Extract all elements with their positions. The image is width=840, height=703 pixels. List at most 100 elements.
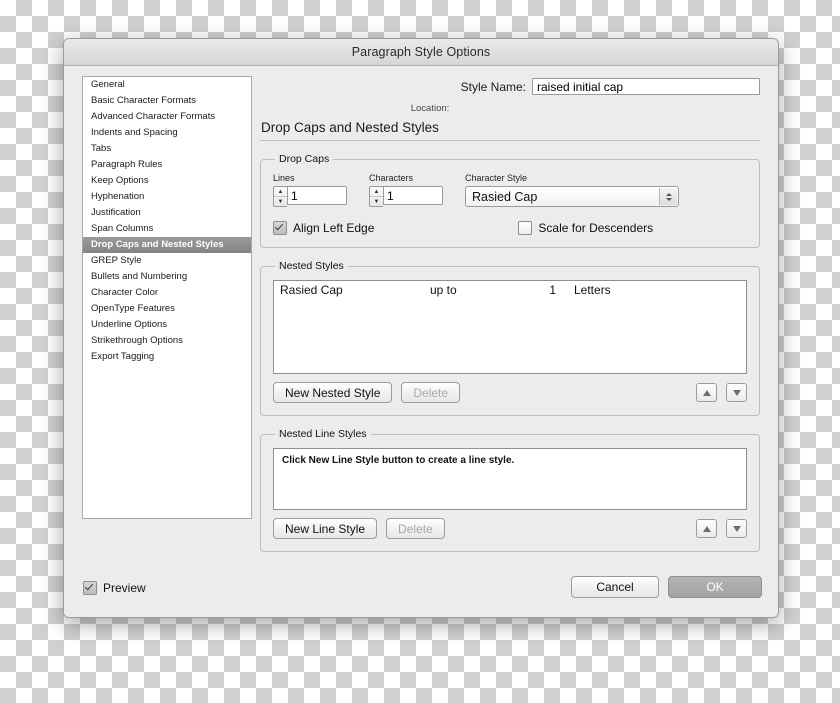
sidebar-item-character-color[interactable]: Character Color — [83, 285, 251, 301]
characters-input[interactable] — [383, 186, 443, 205]
triangle-up-icon — [702, 525, 711, 532]
sidebar-item-general[interactable]: General — [83, 77, 251, 93]
triangle-down-icon — [732, 525, 741, 532]
style-name-label: Style Name: — [460, 79, 526, 94]
sidebar-item-label: Basic Character Formats — [91, 95, 197, 106]
sidebar-item-label: GREP Style — [91, 255, 142, 266]
stepper-up-icon[interactable]: ▲ — [274, 187, 287, 197]
style-name-input[interactable] — [532, 78, 760, 95]
location-label: Location: — [410, 103, 450, 114]
dialog-body: General Basic Character Formats Advanced… — [64, 66, 778, 617]
sidebar-item-paragraph-rules[interactable]: Paragraph Rules — [83, 157, 251, 173]
sidebar-item-export-tagging[interactable]: Export Tagging — [83, 349, 251, 365]
category-list[interactable]: General Basic Character Formats Advanced… — [82, 76, 252, 519]
scale-for-descenders-checkbox[interactable] — [518, 221, 533, 235]
sidebar-item-indents-and-spacing[interactable]: Indents and Spacing — [83, 125, 251, 141]
sidebar-item-label: Underline Options — [91, 319, 168, 330]
sidebar-item-label: Justification — [91, 207, 141, 218]
title-divider — [260, 140, 760, 141]
sidebar-item-hyphenation[interactable]: Hyphenation — [83, 189, 251, 205]
preview-row[interactable]: Preview — [83, 581, 146, 595]
character-style-select[interactable]: Rasied Cap — [465, 186, 679, 207]
characters-label: Characters — [369, 173, 414, 183]
nested-style-unit: Letters — [574, 283, 611, 297]
sidebar-item-opentype-features[interactable]: OpenType Features — [83, 301, 251, 317]
page-title: Drop Caps and Nested Styles — [261, 120, 439, 135]
new-line-style-button[interactable]: New Line Style — [273, 518, 378, 539]
move-line-style-up-button[interactable] — [696, 519, 717, 538]
sidebar-item-label: Character Color — [91, 287, 159, 298]
preview-checkbox[interactable] — [83, 581, 97, 595]
sidebar-item-underline-options[interactable]: Underline Options — [83, 317, 251, 333]
nested-line-styles-list[interactable]: Click New Line Style button to create a … — [273, 448, 747, 510]
sidebar-item-basic-character-formats[interactable]: Basic Character Formats — [83, 93, 251, 109]
footer-buttons: Cancel OK — [571, 576, 762, 598]
sidebar-item-justification[interactable]: Justification — [83, 205, 251, 221]
ok-button[interactable]: OK — [668, 576, 762, 598]
sidebar-item-bullets-and-numbering[interactable]: Bullets and Numbering — [83, 269, 251, 285]
sidebar-item-label: Drop Caps and Nested Styles — [91, 239, 224, 250]
new-nested-style-button[interactable]: New Nested Style — [273, 382, 393, 403]
stepper-up-icon[interactable]: ▲ — [370, 187, 383, 197]
characters-stepper[interactable]: ▲ ▼ — [369, 186, 383, 207]
lines-stepper[interactable]: ▲ ▼ — [273, 186, 287, 207]
lines-field-wrap: Lines ▲ ▼ — [273, 173, 347, 207]
lines-label: Lines — [273, 173, 295, 183]
delete-nested-style-button[interactable]: Delete — [401, 382, 461, 403]
nested-style-count: 1 — [549, 283, 556, 297]
sidebar-item-label: Export Tagging — [91, 351, 155, 362]
sidebar-item-label: Hyphenation — [91, 191, 145, 202]
move-nested-style-down-button[interactable] — [726, 383, 747, 402]
sidebar-item-label: Span Columns — [91, 223, 154, 234]
lines-input[interactable] — [287, 186, 347, 205]
triangle-down-icon — [732, 389, 741, 396]
scale-for-descenders-label: Scale for Descenders — [538, 221, 654, 235]
nested-styles-buttons: New Nested Style Delete — [273, 382, 747, 403]
sidebar-item-span-columns[interactable]: Span Columns — [83, 221, 251, 237]
sidebar-item-label: Keep Options — [91, 175, 149, 186]
sidebar-item-label: Tabs — [91, 143, 112, 154]
triangle-up-icon — [702, 389, 711, 396]
sidebar-item-label: General — [91, 79, 125, 90]
nested-line-styles-buttons: New Line Style Delete — [273, 518, 747, 539]
drop-caps-fields: Lines ▲ ▼ Characters — [273, 173, 747, 207]
style-name-row: Style Name: — [260, 78, 760, 95]
characters-field-wrap: Characters ▲ ▼ — [369, 173, 443, 207]
options-panel: Style Name: Location: Drop Caps and Nest… — [260, 76, 760, 564]
sidebar-item-drop-caps-and-nested-styles[interactable]: Drop Caps and Nested Styles — [83, 237, 251, 253]
stepper-down-icon[interactable]: ▼ — [274, 197, 287, 206]
stepper-down-icon[interactable]: ▼ — [370, 197, 383, 206]
cancel-button[interactable]: Cancel — [571, 576, 659, 598]
move-line-style-down-button[interactable] — [726, 519, 747, 538]
sidebar-item-label: Strikethrough Options — [91, 335, 183, 346]
sidebar-item-keep-options[interactable]: Keep Options — [83, 173, 251, 189]
paragraph-style-options-dialog: Paragraph Style Options General Basic Ch… — [63, 38, 779, 618]
sidebar-item-label: OpenType Features — [91, 303, 175, 314]
delete-line-style-button[interactable]: Delete — [386, 518, 445, 539]
sidebar-item-strikethrough-options[interactable]: Strikethrough Options — [83, 333, 251, 349]
dialog-footer: Preview Cancel OK — [64, 569, 778, 617]
drop-caps-legend: Drop Caps — [279, 153, 330, 165]
nested-style-name: Rasied Cap — [280, 283, 343, 297]
nested-styles-list[interactable]: Rasied Cap up to 1 Letters — [273, 280, 747, 374]
character-style-value: Rasied Cap — [472, 189, 538, 204]
nested-line-styles-hint: Click New Line Style button to create a … — [282, 455, 515, 466]
character-style-field-wrap: Character Style Rasied Cap — [465, 173, 679, 207]
sidebar-item-label: Advanced Character Formats — [91, 111, 216, 122]
scale-for-descenders-row[interactable]: Scale for Descenders — [518, 221, 653, 235]
dialog-title: Paragraph Style Options — [351, 45, 491, 59]
chevron-updown-icon[interactable] — [659, 188, 677, 205]
nested-style-relation: up to — [430, 283, 457, 297]
sidebar-item-grep-style[interactable]: GREP Style — [83, 253, 251, 269]
sidebar-item-advanced-character-formats[interactable]: Advanced Character Formats — [83, 109, 251, 125]
nested-line-styles-legend: Nested Line Styles — [279, 428, 367, 440]
sidebar-item-tabs[interactable]: Tabs — [83, 141, 251, 157]
dialog-titlebar: Paragraph Style Options — [64, 39, 778, 66]
align-left-edge-checkbox[interactable] — [273, 221, 287, 235]
move-nested-style-up-button[interactable] — [696, 383, 717, 402]
sidebar-item-label: Paragraph Rules — [91, 159, 163, 170]
nested-styles-group: Nested Styles Rasied Cap up to 1 Letters… — [260, 260, 760, 416]
sidebar-item-label: Bullets and Numbering — [91, 271, 188, 282]
align-left-edge-row[interactable]: Align Left Edge — [273, 221, 374, 235]
table-row[interactable]: Rasied Cap up to 1 Letters — [274, 281, 746, 297]
